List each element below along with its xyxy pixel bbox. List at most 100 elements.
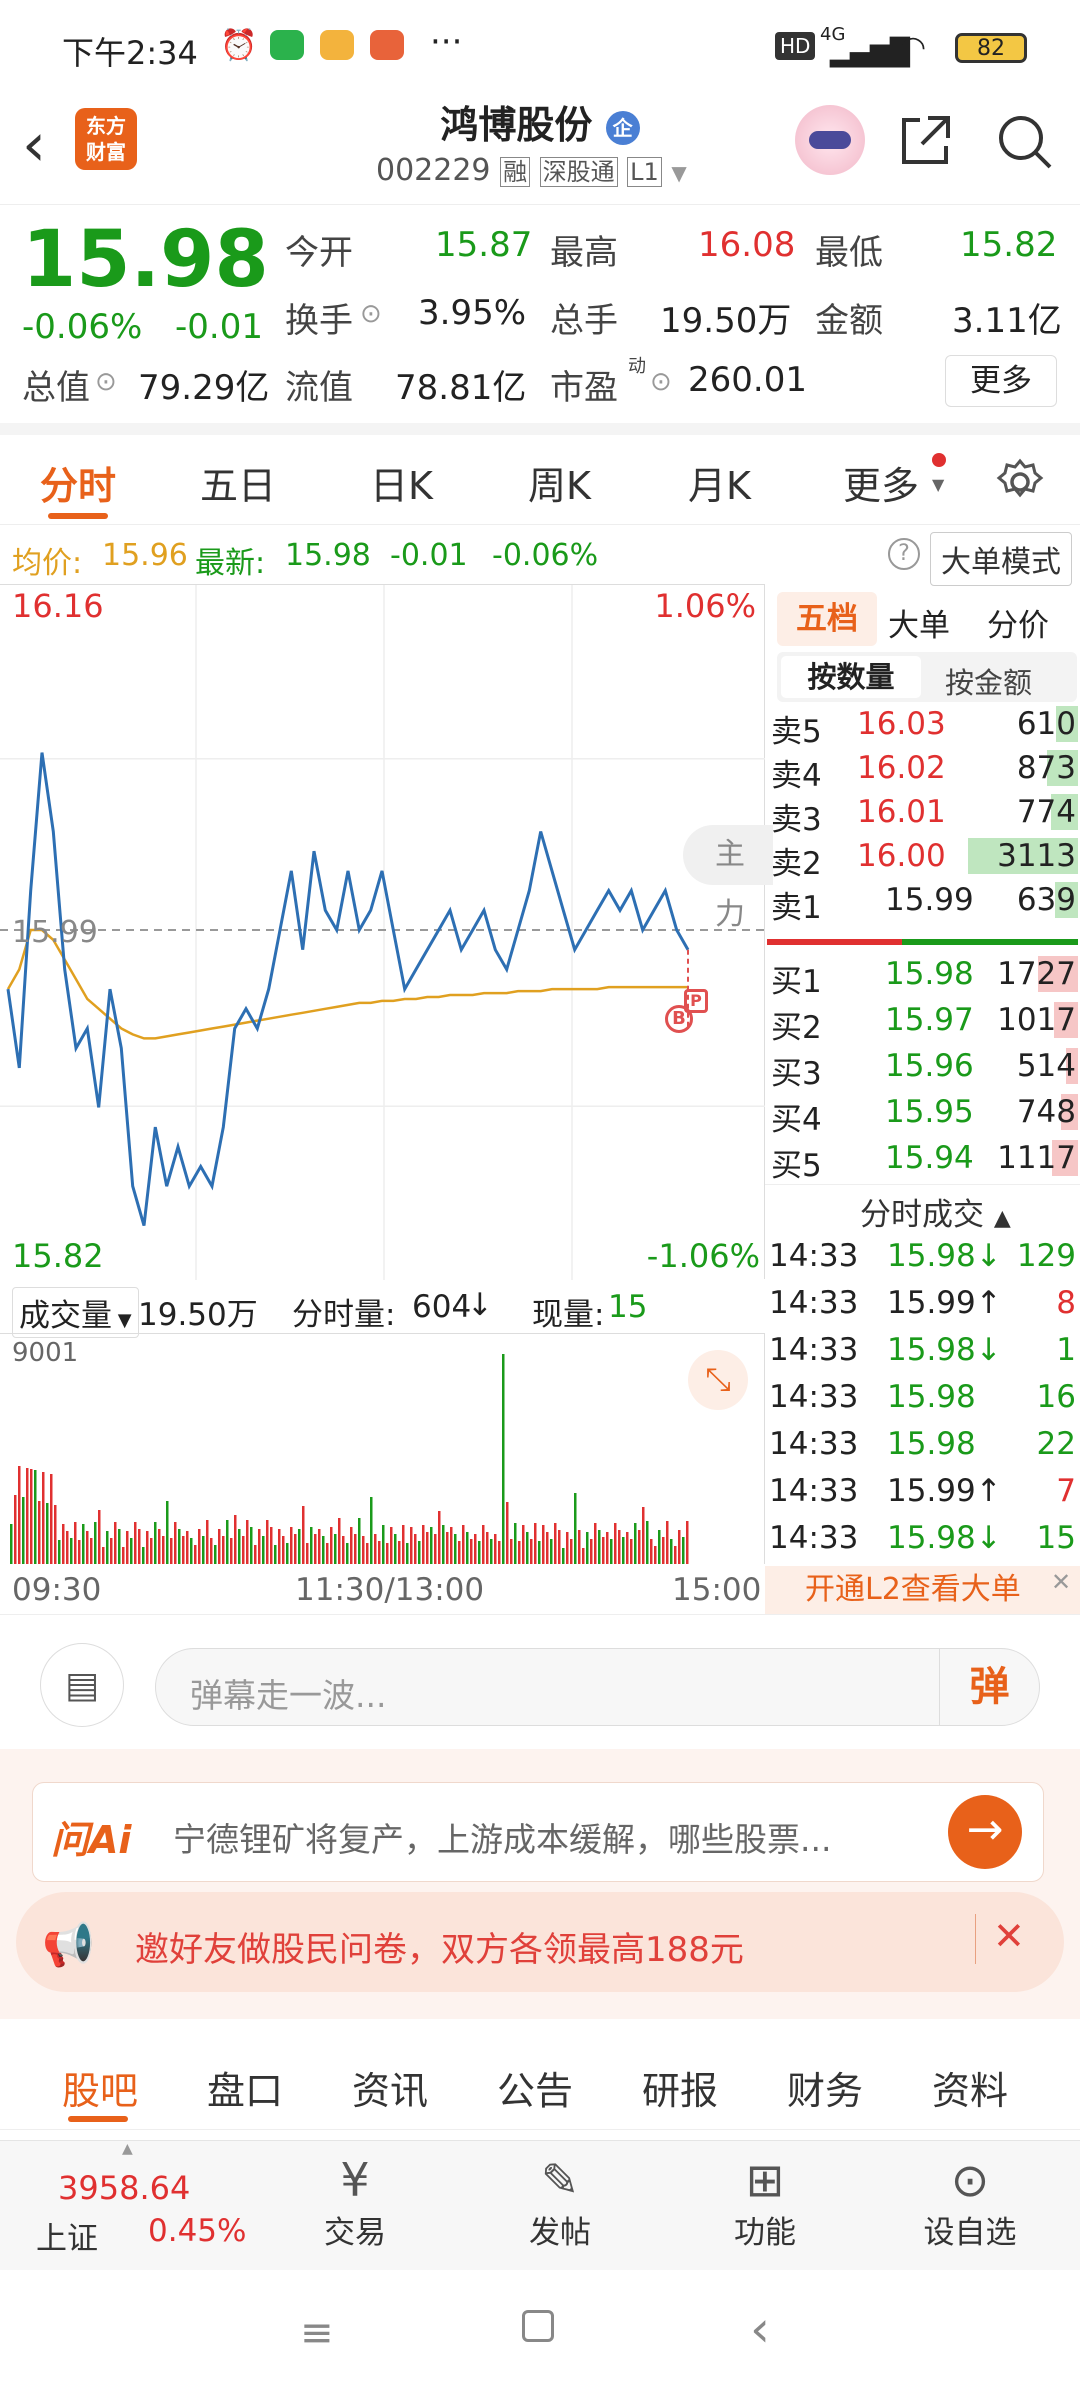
expand-icon[interactable]: ⤡ — [688, 1350, 748, 1410]
nav-add-watchlist-label: 设自选 — [923, 2215, 1017, 2251]
bid-row[interactable]: 买1 15.98 1727 — [765, 952, 1080, 1000]
ask-row[interactable]: 卖2 16.00 3113 — [765, 834, 1080, 882]
ob-subtab-qty[interactable]: 按数量 — [781, 656, 921, 698]
ask-row[interactable]: 卖3 16.01 774 — [765, 790, 1080, 838]
volume-bar — [682, 1537, 685, 1564]
bid-row[interactable]: 买5 15.94 1117 — [765, 1136, 1080, 1184]
ask-row[interactable]: 卖5 16.03 610 — [765, 702, 1080, 750]
avg-value: 15.96 — [102, 538, 188, 573]
y-max-pct-label: 1.06% — [654, 587, 756, 625]
turnover-info-icon[interactable]: ⊙ — [360, 299, 382, 329]
volume-bar — [362, 1536, 365, 1564]
high-label: 最高 — [550, 233, 618, 273]
help-icon[interactable]: ? — [888, 538, 920, 570]
index-percent: 0.45% — [148, 2213, 247, 2249]
content-tab[interactable]: 股吧 — [62, 2060, 138, 2115]
battery-icon: 82 — [955, 33, 1027, 63]
big-order-mode-button[interactable]: 大单模式 — [930, 532, 1072, 586]
volume-bar — [514, 1523, 517, 1564]
volume-bar — [138, 1529, 141, 1564]
close-icon[interactable]: ✕ — [1051, 1568, 1071, 1596]
volume-indicator-select[interactable]: 成交量 ▼ — [12, 1287, 139, 1338]
ask-row[interactable]: 卖4 16.02 873 — [765, 746, 1080, 794]
bid-row[interactable]: 买2 15.97 1017 — [765, 998, 1080, 1046]
tab-more[interactable]: 更多 — [843, 455, 919, 510]
volume-bar — [206, 1520, 209, 1564]
nav-functions[interactable]: ⊞ 功能 — [700, 2153, 830, 2252]
avg-price-line — [6, 928, 688, 1040]
share-icon[interactable] — [898, 112, 954, 168]
bid-price: 15.97 — [885, 1002, 974, 1038]
info-icon[interactable]: ⊙ — [95, 367, 117, 397]
ob-subtab-amount[interactable]: 按金额 — [945, 660, 1032, 702]
volume-bar — [90, 1538, 93, 1564]
content-tab[interactable]: 研报 — [642, 2060, 718, 2115]
nav-trade[interactable]: ¥ 交易 — [290, 2153, 420, 2252]
back-nav-icon[interactable]: ‹ — [750, 2300, 770, 2358]
stock-code-row[interactable]: 002229 融 深股通 L1 ▼ — [376, 152, 687, 188]
volume-bar — [18, 1466, 21, 1564]
promo-close-icon[interactable]: ✕ — [993, 1914, 1025, 1958]
current-volume: 15 — [608, 1289, 648, 1325]
volume-bar — [410, 1527, 413, 1564]
content-tab[interactable]: 盘口 — [207, 2060, 283, 2115]
volume-chart[interactable]: 9001 ⤡ — [0, 1334, 765, 1564]
low-label: 最低 — [815, 233, 883, 273]
volume-bar — [466, 1532, 469, 1564]
ask-price: 15.99 — [885, 882, 974, 918]
danmu-send-button[interactable]: 弹 — [939, 1649, 1039, 1725]
tab-daily-k[interactable]: 日K — [370, 455, 433, 510]
intraday-chart[interactable]: 16.16 1.06% 15.82 -1.06% 15.99 P B 主力 — [0, 584, 773, 1280]
time-axis: 09:30 11:30/13:00 15:00 — [0, 1564, 765, 1614]
settings-gear-icon[interactable] — [995, 457, 1045, 507]
content-tab[interactable]: 资料 — [932, 2060, 1008, 2115]
promo-banner[interactable]: 📢 邀好友做股民问卷，双方各领最高188元 ✕ — [0, 1884, 1080, 2019]
home-icon[interactable] — [522, 2310, 554, 2342]
y-max-label: 16.16 — [12, 587, 104, 625]
main-force-toggle[interactable]: 主力 — [683, 825, 773, 932]
ask-row[interactable]: 卖1 15.99 639 — [765, 878, 1080, 926]
volume-bar — [118, 1529, 121, 1564]
bottom-nav: ▲ 3958.64 上证 0.45% ¥ 交易 ✎ 发帖 ⊞ 功能 ⊙ 设自选 — [0, 2140, 1080, 2270]
trade-icon: ¥ — [340, 2153, 370, 2207]
ai-input[interactable]: 问Ai 宁德锂矿将复产，上游成本缓解，哪些股票... → — [32, 1782, 1044, 1882]
menu-icon[interactable]: ≡ — [300, 2310, 334, 2356]
danmu-input[interactable]: 弹幕走一波... 弹 — [155, 1648, 1040, 1726]
ob-tab-five[interactable]: 五档 — [777, 592, 877, 646]
assistant-avatar[interactable] — [795, 105, 865, 175]
nav-functions-label: 功能 — [734, 2215, 796, 2251]
nav-post[interactable]: ✎ 发帖 — [495, 2153, 625, 2252]
trade-marker-b[interactable]: B — [665, 1005, 693, 1033]
tick-time: 14:33 — [769, 1238, 859, 1274]
index-value[interactable]: 3958.64 — [58, 2169, 190, 2207]
turnover-label: 换手 — [285, 301, 353, 341]
content-tab[interactable]: 资讯 — [352, 2060, 428, 2115]
danmu-settings-icon[interactable]: ▤ — [40, 1643, 124, 1727]
search-icon[interactable] — [995, 112, 1055, 172]
tick-volume: 1 — [1056, 1332, 1076, 1368]
more-button[interactable]: 更多 — [945, 355, 1057, 407]
content-tab[interactable]: 公告 — [497, 2060, 573, 2115]
tab-intraday[interactable]: 分时 — [40, 455, 116, 510]
bid-price: 15.98 — [885, 956, 974, 992]
ai-submit-arrow-icon[interactable]: → — [948, 1795, 1022, 1869]
tab-monthly-k[interactable]: 月K — [688, 455, 751, 510]
volume-bar — [442, 1525, 445, 1564]
nav-add-watchlist[interactable]: ⊙ 设自选 — [905, 2153, 1035, 2252]
tab-weekly-k[interactable]: 周K — [528, 455, 591, 510]
volume-bar — [26, 1468, 29, 1564]
volume-bar — [646, 1521, 649, 1564]
content-tab[interactable]: 财务 — [787, 2060, 863, 2115]
tick-volume: 16 — [1036, 1379, 1076, 1415]
ob-tab-big[interactable]: 大单 — [888, 600, 950, 645]
pe-info-icon[interactable]: ⊙ — [650, 367, 672, 397]
bid-row[interactable]: 买4 15.95 748 — [765, 1090, 1080, 1138]
tab-five-day[interactable]: 五日 — [200, 455, 276, 510]
float-label: 流值 — [285, 368, 353, 408]
ob-tab-price[interactable]: 分价 — [987, 600, 1049, 645]
tick-price: 15.98↓ — [887, 1238, 1002, 1274]
volume-bar — [50, 1474, 53, 1564]
bid-row[interactable]: 买3 15.96 514 — [765, 1044, 1080, 1092]
l2-upsell-banner[interactable]: 开通L2查看大单 — [765, 1566, 1080, 1614]
ticks-title[interactable]: 分时成交 ▲ — [860, 1189, 1011, 1234]
